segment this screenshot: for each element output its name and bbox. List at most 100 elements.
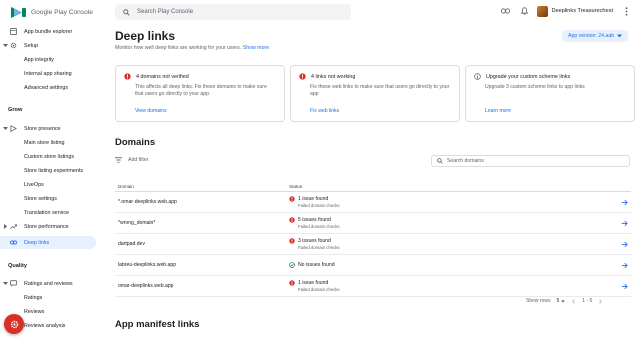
chevron-right-icon[interactable]	[598, 298, 603, 304]
sidebar-item-translation-service[interactable]: Translation service	[0, 206, 96, 219]
rows-per-page-select[interactable]: 5	[556, 298, 566, 304]
rows-per-page-value: 5	[556, 298, 560, 304]
trending-up-icon	[10, 224, 17, 229]
chevron-right-icon	[4, 224, 7, 229]
table-row[interactable]: *.omar-deeplinks.web.app 1 issue found F…	[115, 192, 631, 213]
arrow-forward-icon[interactable]	[621, 262, 628, 269]
card-body: Upgrade 3 custom scheme links to app lin…	[485, 84, 585, 90]
domain-name: *wrong_domain*	[118, 220, 156, 226]
card-title: 4 links not working	[311, 73, 356, 80]
domain-name: dartpad.dev	[118, 241, 145, 247]
add-filter-label: Add filter	[128, 157, 149, 163]
sidebar-item-main-store-listing[interactable]: Main store listing	[0, 136, 96, 149]
help-fab-button[interactable]	[4, 314, 24, 334]
fix-web-links-link[interactable]: Fix web links	[310, 108, 339, 114]
page-subtitle-text: Monitor how well deep links are working …	[115, 45, 242, 51]
search-domains-input[interactable]: Search domains	[431, 155, 630, 167]
table-row[interactable]: omar-deeplinks.web.app 1 issue found Fai…	[115, 276, 631, 297]
status-subtext: Failed domain checks	[298, 245, 340, 250]
learn-more-link[interactable]: Learn more	[485, 108, 511, 114]
account-menu-button[interactable]	[620, 5, 632, 17]
status-text: 1 issue found	[298, 280, 329, 286]
page-subtitle: Monitor how well deep links are working …	[115, 45, 269, 51]
sidebar-item-label: App integrity	[24, 57, 54, 63]
sidebar-item-store-performance[interactable]: Store performance	[0, 220, 96, 233]
sidebar-item-label: Ratings	[24, 295, 43, 301]
sidebar-item-advanced-settings[interactable]: Advanced settings	[0, 81, 96, 94]
gear-icon	[10, 320, 18, 328]
sidebar-item-label: Store performance	[24, 224, 69, 230]
card-body: This affects all deep links. Fix these d…	[135, 84, 267, 97]
error-icon	[289, 238, 295, 244]
sidebar-item-label: Reviews analysis	[24, 323, 66, 329]
card-domains-not-verified: 4 domains not verified This affects all …	[115, 65, 285, 122]
domains-filter-row: Add filter Search domains	[115, 155, 631, 167]
play-console-logo[interactable]: Google Play Console	[0, 6, 112, 19]
sidebar-item-store-listing-experiments[interactable]: Store listing experiments	[0, 164, 96, 177]
sidebar-item-liveops[interactable]: LiveOps	[0, 178, 96, 191]
gear-icon	[10, 42, 17, 49]
sidebar-item-store-settings[interactable]: Store settings	[0, 192, 96, 205]
page-title: Deep links	[115, 29, 176, 43]
card-links-not-working: 4 links not working Fix these web links …	[290, 65, 460, 122]
link-button[interactable]	[499, 5, 511, 17]
status-text: No issues found	[298, 262, 335, 268]
sidebar-item-custom-store-listings[interactable]: Custom store listings	[0, 150, 96, 163]
account-switcher[interactable]: Deeplinks Treasurechest	[537, 5, 613, 17]
chevron-left-icon[interactable]	[571, 298, 576, 304]
sidebar-item-store-presence[interactable]: Store presence	[0, 122, 96, 135]
domains-table: Domain Status *.omar-deeplinks.web.app 1…	[115, 180, 631, 297]
add-filter-button[interactable]: Add filter	[115, 157, 148, 163]
sidebar-item-ratings-and-reviews[interactable]: Ratings and reviews	[0, 277, 96, 290]
sidebar-item-label: Store listing experiments	[24, 168, 84, 174]
domain-status: No issues found	[289, 262, 335, 268]
error-icon	[289, 196, 295, 202]
sidebar-item-app-integrity[interactable]: App integrity	[0, 53, 96, 66]
filter-icon	[115, 157, 122, 163]
domain-name: labreu-deeplinks.web.app	[118, 262, 177, 268]
table-row[interactable]: *wrong_domain* 5 issues found Failed dom…	[115, 213, 631, 234]
sidebar-item-label: Deep links	[24, 240, 50, 246]
domains-heading: Domains	[115, 137, 156, 148]
sidebar-item-label: LiveOps	[24, 182, 44, 188]
card-body: Fix these web links to make sure that us…	[310, 84, 450, 97]
sidebar: App bundle explorer Setup App integrity …	[0, 24, 102, 338]
table-row[interactable]: dartpad.dev 3 issues found Failed domain…	[115, 234, 631, 255]
app-version-dropdown[interactable]: App version: 24.aab	[562, 30, 629, 42]
sidebar-item-deep-links[interactable]: Deep links	[0, 236, 96, 249]
search-icon	[437, 158, 443, 164]
arrow-forward-icon[interactable]	[621, 241, 628, 248]
arrow-forward-icon[interactable]	[621, 199, 628, 206]
main-content: Deep links Monitor how well deep links a…	[102, 24, 640, 338]
top-bar: Google Play Console Search Play Console …	[0, 0, 640, 24]
column-header-domain: Domain	[118, 184, 134, 189]
sidebar-item-ratings[interactable]: Ratings	[0, 291, 96, 304]
search-domains-placeholder: Search domains	[447, 158, 484, 164]
arrow-forward-icon[interactable]	[621, 220, 628, 227]
view-domains-link[interactable]: View domains	[135, 108, 167, 114]
card-upgrade-custom-scheme: Upgrade your custom scheme links Upgrade…	[465, 65, 635, 122]
search-input[interactable]: Search Play Console	[115, 4, 351, 20]
domain-name: *.omar-deeplinks.web.app	[118, 199, 177, 205]
chevron-down-icon	[3, 44, 8, 47]
sidebar-item-label: Internal app sharing	[24, 71, 72, 77]
show-more-link[interactable]: Show more	[243, 45, 269, 51]
sidebar-item-label: Custom store listings	[24, 154, 75, 160]
sidebar-item-label: Store settings	[24, 196, 57, 202]
sidebar-item-label: Store presence	[24, 126, 61, 132]
reviews-icon	[10, 280, 17, 287]
status-subtext: Failed domain checks	[298, 224, 340, 229]
arrow-forward-icon[interactable]	[621, 283, 628, 290]
sidebar-item-app-bundle-explorer[interactable]: App bundle explorer	[0, 25, 96, 38]
sidebar-item-label: Advanced settings	[24, 85, 69, 91]
error-icon	[299, 73, 306, 80]
table-row[interactable]: labreu-deeplinks.web.app No issues found	[115, 255, 631, 276]
status-subtext: Failed domain checks	[298, 287, 340, 292]
domain-status: 5 issues found Failed domain checks	[289, 217, 340, 229]
sidebar-item-internal-app-sharing[interactable]: Internal app sharing	[0, 67, 96, 80]
app-manifest-links-heading: App manifest links	[115, 319, 200, 330]
chevron-down-icon	[561, 299, 566, 303]
domain-status: 1 issue found Failed domain checks	[289, 280, 340, 292]
notifications-button[interactable]	[518, 5, 530, 17]
sidebar-item-setup[interactable]: Setup	[0, 39, 96, 52]
